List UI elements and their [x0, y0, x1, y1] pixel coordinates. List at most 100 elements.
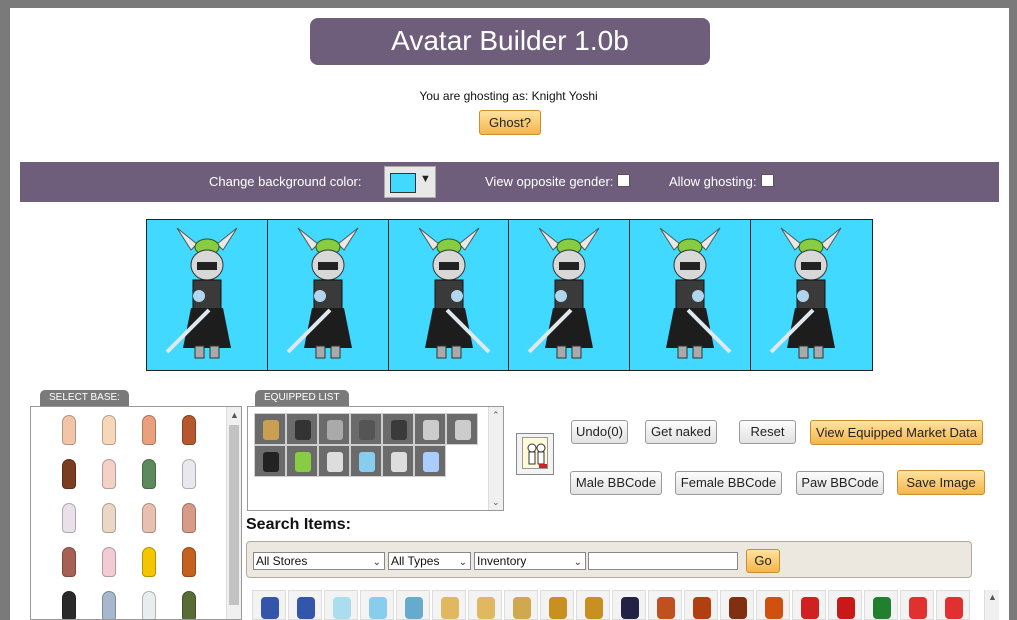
base-option[interactable]	[169, 547, 209, 577]
equipped-item[interactable]	[382, 413, 414, 445]
ghost-button[interactable]: Ghost?	[479, 110, 541, 135]
equipped-item[interactable]	[350, 413, 382, 445]
equipped-item[interactable]	[446, 413, 478, 445]
equipped-item[interactable]	[318, 413, 350, 445]
result-item[interactable]	[396, 590, 430, 620]
scrollbar-thumb[interactable]	[229, 425, 239, 605]
equipped-scrollbar[interactable]: ⌃ ⌄	[488, 407, 503, 510]
result-item[interactable]	[576, 590, 610, 620]
color-swatch	[390, 173, 416, 193]
result-item[interactable]	[288, 590, 322, 620]
scroll-up-icon[interactable]: ▲	[230, 410, 239, 420]
base-option[interactable]	[129, 591, 169, 619]
opposite-gender-checkbox[interactable]	[617, 174, 630, 187]
equipped-item[interactable]	[414, 413, 446, 445]
equipped-item[interactable]	[286, 413, 318, 445]
base-option[interactable]	[129, 503, 169, 533]
base-figure-icon	[102, 503, 116, 533]
save-image-button[interactable]: Save Image	[897, 470, 985, 495]
base-option[interactable]	[129, 459, 169, 489]
reset-button[interactable]: Reset	[739, 420, 796, 444]
result-item[interactable]	[936, 590, 970, 620]
market-data-button[interactable]: View Equipped Market Data	[810, 420, 983, 445]
base-option[interactable]	[49, 503, 89, 533]
result-item[interactable]	[756, 590, 790, 620]
equipped-item[interactable]	[382, 445, 414, 477]
base-option[interactable]	[169, 415, 209, 445]
type-select[interactable]: All Types ⌄	[388, 552, 471, 570]
base-option[interactable]	[89, 459, 129, 489]
base-option[interactable]	[49, 415, 89, 445]
result-item[interactable]	[828, 590, 862, 620]
equipped-item[interactable]	[286, 445, 318, 477]
ghost-status-text: You are ghosting as: Knight Yoshi	[419, 89, 598, 103]
base-option[interactable]	[169, 503, 209, 533]
equipped-item[interactable]	[254, 413, 286, 445]
equipped-item[interactable]	[254, 445, 286, 477]
base-option[interactable]	[89, 591, 129, 619]
results-scrollbar[interactable]: ▲	[984, 590, 999, 620]
equipped-item[interactable]	[414, 445, 446, 477]
necklace-icon	[477, 597, 495, 619]
result-item[interactable]	[648, 590, 682, 620]
result-item[interactable]	[540, 590, 574, 620]
equipped-item[interactable]	[318, 445, 350, 477]
result-item[interactable]	[792, 590, 826, 620]
base-figure-icon	[182, 503, 196, 533]
avatar-preview-front	[147, 220, 268, 370]
base-option[interactable]	[89, 547, 129, 577]
bg-color-picker[interactable]: ▼	[384, 166, 436, 198]
result-item[interactable]	[252, 590, 286, 620]
knight-avatar-icon	[769, 227, 842, 359]
equipped-item[interactable]	[350, 445, 382, 477]
result-item[interactable]	[468, 590, 502, 620]
base-option[interactable]	[169, 591, 209, 619]
base-grid	[49, 415, 219, 619]
base-option[interactable]	[129, 415, 169, 445]
scroll-down-icon[interactable]: ⌄	[492, 497, 500, 508]
result-item[interactable]	[720, 590, 754, 620]
base-option[interactable]	[49, 591, 89, 619]
base-option[interactable]	[129, 547, 169, 577]
result-item[interactable]	[684, 590, 718, 620]
aura-icon	[423, 452, 439, 472]
base-option[interactable]	[49, 459, 89, 489]
store-select-value: All Stores	[256, 554, 308, 568]
scroll-up-icon[interactable]: ▲	[988, 592, 997, 602]
chevron-down-icon: ⌄	[458, 557, 467, 568]
wreath-icon	[873, 597, 891, 619]
result-item[interactable]	[504, 590, 538, 620]
allow-ghosting-checkbox[interactable]	[761, 174, 774, 187]
source-select-value: Inventory	[477, 554, 527, 568]
shoulder-icon	[423, 420, 439, 440]
result-item[interactable]	[360, 590, 394, 620]
get-naked-button[interactable]: Get naked	[645, 420, 717, 444]
medal-icon	[261, 597, 279, 619]
scroll-up-icon[interactable]: ⌃	[492, 410, 500, 421]
result-item[interactable]	[864, 590, 898, 620]
base-option[interactable]	[89, 415, 129, 445]
paw-bbcode-button[interactable]: Paw BBCode	[796, 471, 884, 495]
base-figure-icon	[142, 503, 156, 533]
result-item[interactable]	[324, 590, 358, 620]
source-select[interactable]: Inventory ⌄	[474, 552, 586, 570]
search-input[interactable]	[588, 552, 738, 570]
avatar-preview-back	[509, 220, 631, 370]
medal-icon	[297, 597, 315, 619]
base-option[interactable]	[49, 547, 89, 577]
undo-button[interactable]: Undo(0)	[571, 420, 628, 444]
knight-avatar-icon	[286, 227, 359, 359]
store-select[interactable]: All Stores ⌄	[253, 552, 385, 570]
base-scrollbar[interactable]: ▲	[226, 407, 241, 619]
ghost-preview-toggle[interactable]	[516, 433, 554, 475]
go-button[interactable]: Go	[746, 549, 780, 573]
female-bbcode-button[interactable]: Female BBCode	[675, 471, 782, 495]
base-option[interactable]	[89, 503, 129, 533]
pants-icon	[657, 597, 675, 619]
base-figure-icon	[62, 547, 76, 577]
result-item[interactable]	[900, 590, 934, 620]
result-item[interactable]	[612, 590, 646, 620]
result-item[interactable]	[432, 590, 466, 620]
base-option[interactable]	[169, 459, 209, 489]
male-bbcode-button[interactable]: Male BBCode	[570, 471, 662, 495]
